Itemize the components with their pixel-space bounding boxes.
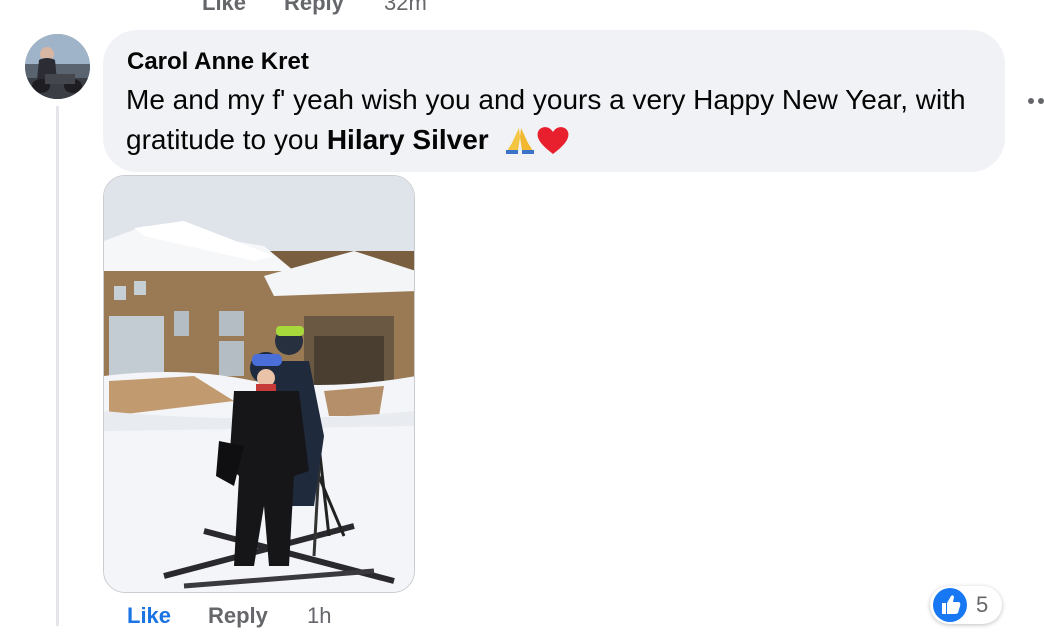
avatar[interactable]	[25, 34, 90, 99]
folded-hands-icon	[506, 128, 535, 154]
comment-actions: Like Reply 1h	[0, 603, 520, 633]
comment-emojis	[504, 125, 570, 155]
reply-link[interactable]: Reply	[208, 603, 268, 629]
previous-timestamp[interactable]: 32m	[384, 0, 427, 16]
previous-comment-actions: Like Reply 32m	[0, 0, 520, 20]
comment-author[interactable]: Carol Anne Kret	[127, 48, 309, 76]
red-heart-icon	[538, 127, 569, 154]
like-link[interactable]: Like	[127, 603, 171, 629]
comment-photo[interactable]	[103, 175, 415, 593]
reaction-count: 5	[976, 592, 989, 617]
more-options-icon[interactable]	[1028, 90, 1044, 110]
previous-like-link[interactable]: Like	[202, 0, 246, 16]
like-icon	[933, 588, 967, 622]
comment-timestamp[interactable]: 1h	[307, 603, 331, 629]
thread-line	[56, 106, 59, 626]
mention-link[interactable]: Hilary Silver	[327, 124, 489, 155]
reaction-summary[interactable]: 5	[930, 586, 1002, 624]
previous-reply-link[interactable]: Reply	[284, 0, 344, 16]
comment-bubble: Carol Anne Kret Me and my f' yeah wish y…	[103, 30, 1005, 172]
comment-text: Me and my f' yeah wish you and yours a v…	[126, 80, 996, 160]
